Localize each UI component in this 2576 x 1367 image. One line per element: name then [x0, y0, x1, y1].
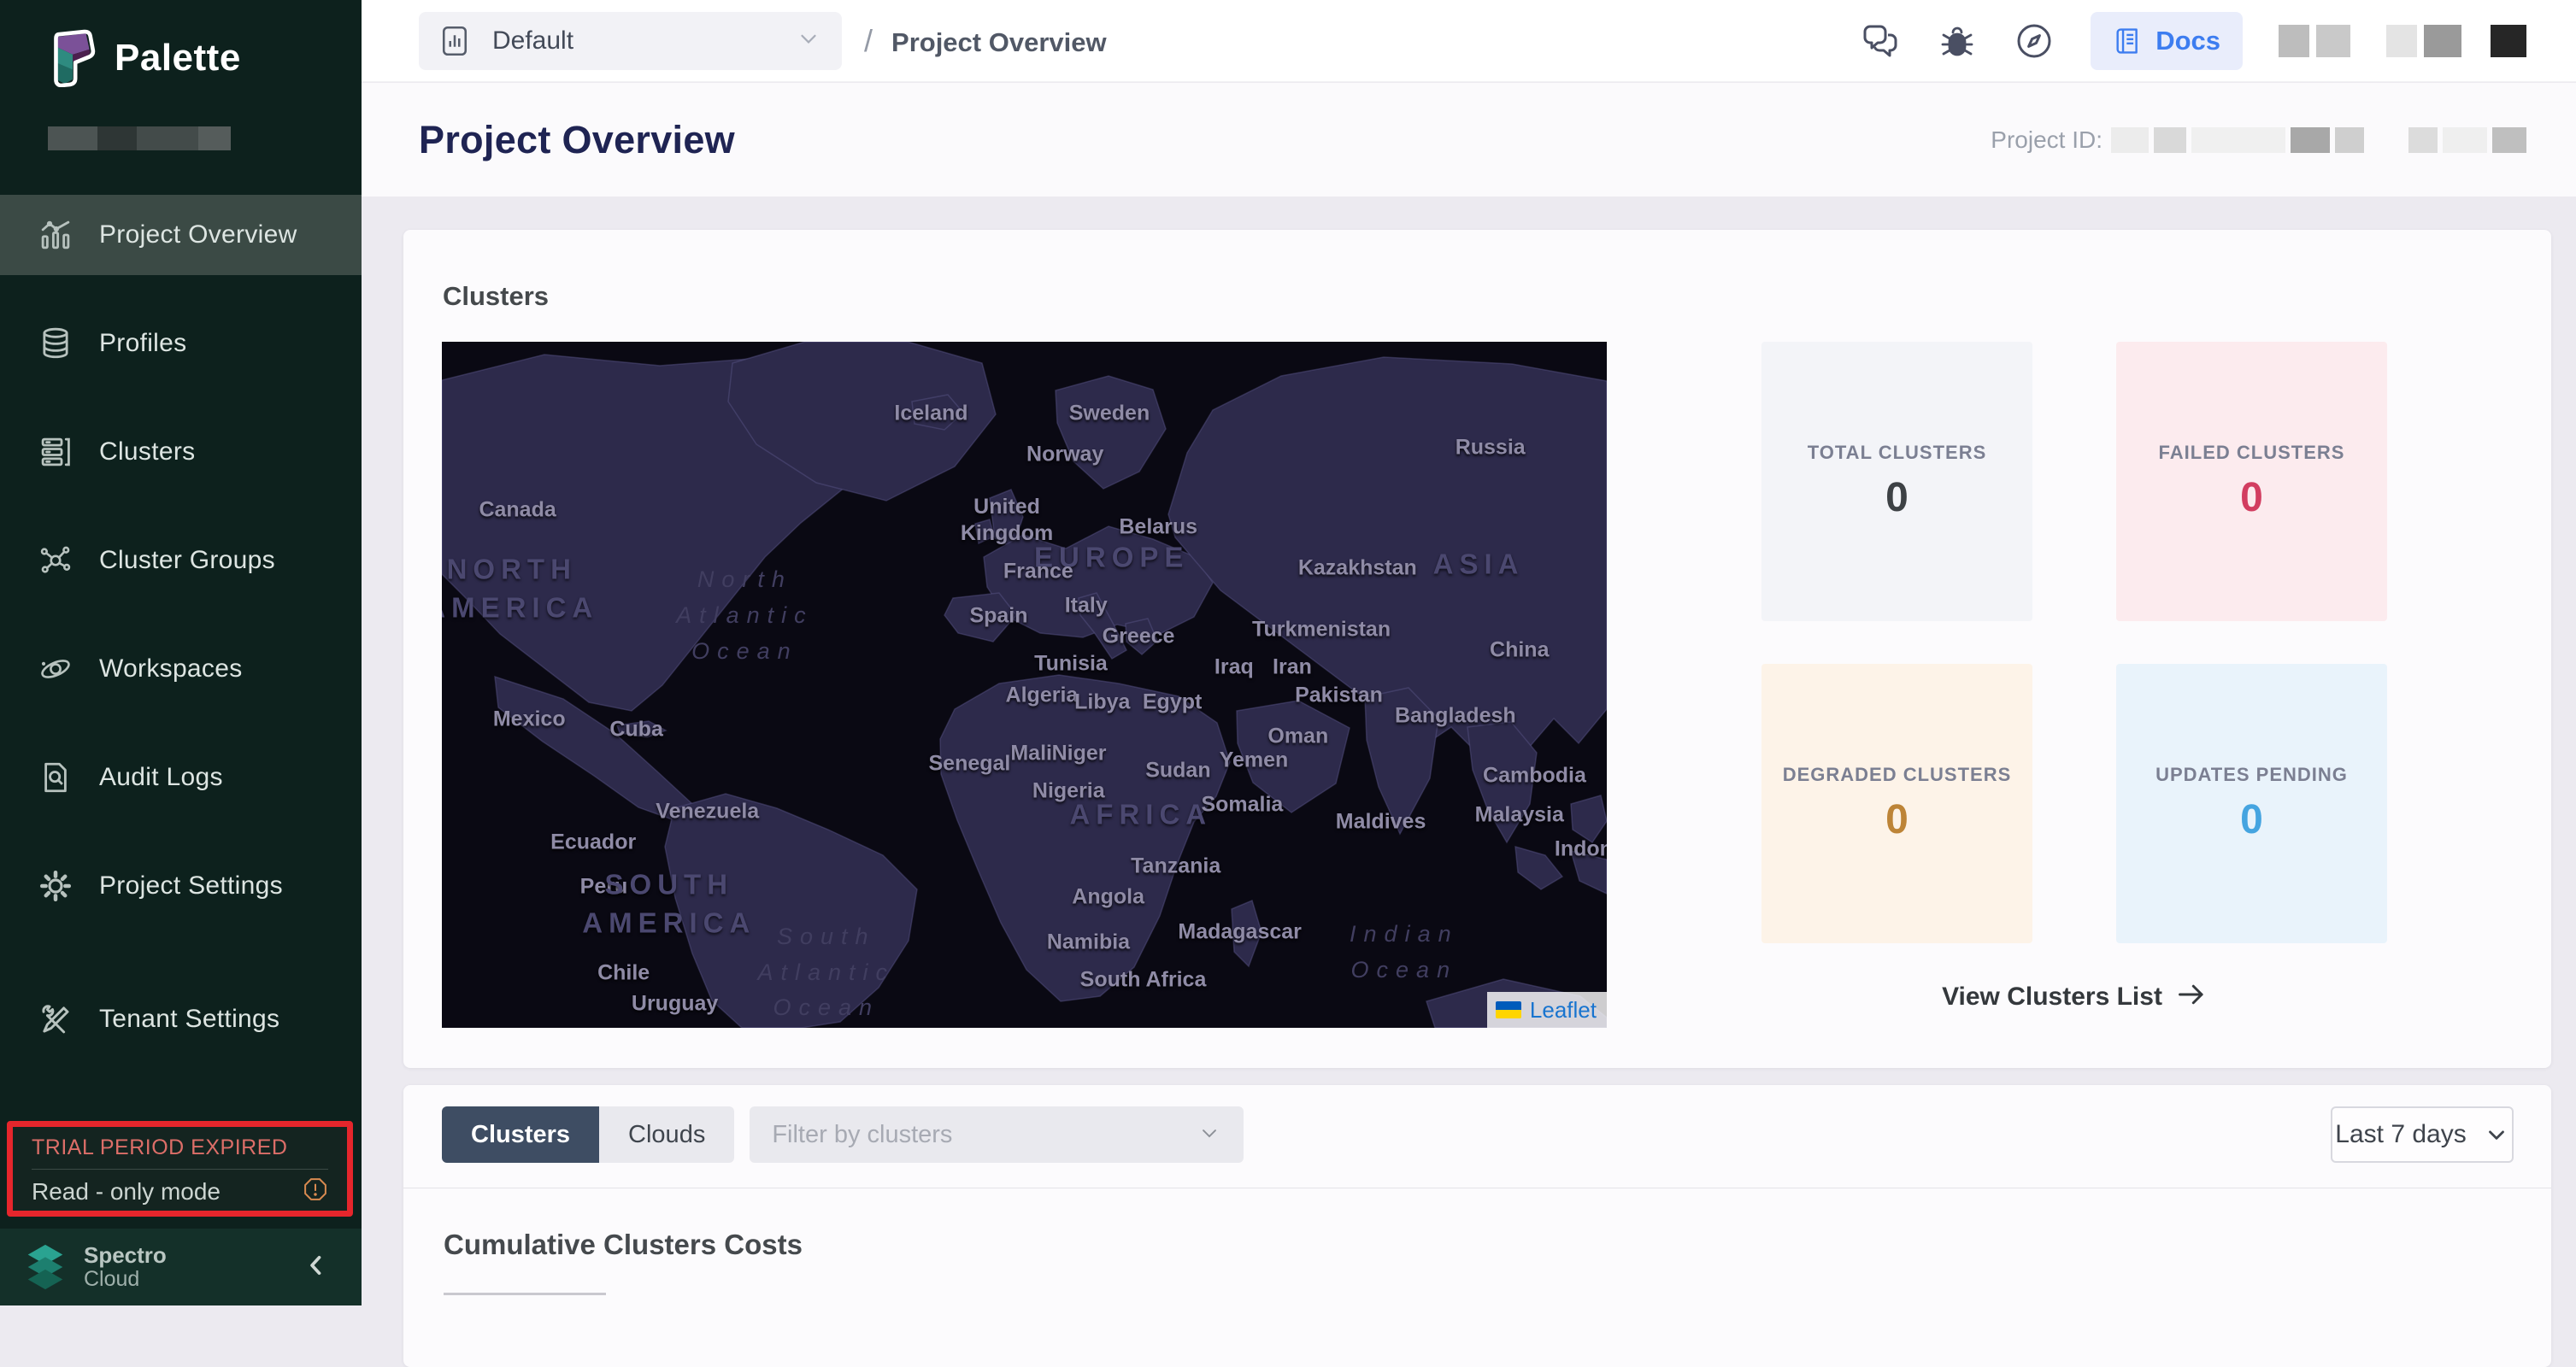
stat-tile-value: 0 — [2240, 474, 2263, 521]
filter-by-clusters-dropdown[interactable]: Filter by clusters — [750, 1106, 1244, 1163]
stat-tile-total-clusters[interactable]: TOTAL CLUSTERS 0 — [1761, 342, 2032, 621]
sidebar-item-audit-logs[interactable]: Audit Logs — [0, 737, 362, 818]
leaflet-attribution[interactable]: Leaflet — [1487, 992, 1607, 1028]
docs-button-label: Docs — [2155, 26, 2220, 56]
stat-tile-label: TOTAL CLUSTERS — [1808, 442, 1987, 464]
book-icon — [2113, 26, 2142, 56]
page-title: Project Overview — [419, 118, 735, 162]
warning-octagon-icon[interactable] — [303, 1176, 328, 1206]
feedback-chat-icon[interactable] — [1860, 21, 1901, 62]
trial-divider — [32, 1169, 328, 1170]
logo-wordmark: Palette — [115, 37, 241, 79]
date-range-selector[interactable]: Last 7 days — [2331, 1106, 2514, 1163]
stat-tile-value: 0 — [2240, 796, 2263, 843]
leaflet-attribution-label: Leaflet — [1530, 997, 1597, 1024]
redacted-version — [48, 126, 231, 150]
sidebar-collapse-chevron-icon[interactable] — [302, 1251, 331, 1284]
costs-section-title: Cumulative Clusters Costs — [444, 1229, 803, 1261]
date-range-value: Last 7 days — [2335, 1120, 2466, 1149]
cluster-stat-tiles: TOTAL CLUSTERS0FAILED CLUSTERS0DEGRADED … — [1761, 342, 2387, 942]
project-selector-dropdown[interactable]: Default — [419, 12, 842, 70]
costs-controls-row: ClustersClouds Filter by clusters Last 7… — [442, 1106, 2514, 1163]
sidebar-item-project-settings[interactable]: Project Settings — [0, 846, 362, 926]
tab-clouds[interactable]: Clouds — [599, 1106, 734, 1163]
stat-tile-value: 0 — [1885, 474, 1908, 521]
view-clusters-list-link[interactable]: View Clusters List — [1942, 982, 2207, 1012]
gear-icon — [38, 868, 74, 904]
sidebar-item-workspaces[interactable]: Workspaces — [0, 629, 362, 709]
read-only-mode-label: Read - only mode — [32, 1178, 221, 1206]
palette-app: Palette Project Overview Profiles Clusters… — [0, 0, 2576, 1305]
database-icon — [38, 326, 74, 361]
explore-compass-icon[interactable] — [2014, 21, 2055, 62]
stat-tile-failed-clusters[interactable]: FAILED CLUSTERS 0 — [2116, 342, 2387, 621]
trial-expired-title: TRIAL PERIOD EXPIRED — [32, 1135, 328, 1160]
sidebar-item-tenant-settings[interactable]: Tenant Settings — [0, 979, 362, 1059]
brand-spectro: Spectro — [84, 1243, 167, 1268]
arrow-right-icon — [2176, 982, 2207, 1012]
sidebar-item-label: Profiles — [99, 329, 186, 358]
breadcrumb: / Project Overview — [864, 23, 1107, 59]
network-icon — [38, 543, 74, 578]
sidebar-item-label: Project Settings — [99, 871, 283, 901]
sidebar-item-profiles[interactable]: Profiles — [0, 303, 362, 384]
clusters-world-map[interactable]: IcelandSwedenNorwayRussiaCanadaUnitedKin… — [442, 342, 1607, 1028]
stat-tile-label: UPDATES PENDING — [2155, 764, 2348, 786]
sidebar-item-clusters[interactable]: Clusters — [0, 412, 362, 492]
trial-expired-banner: TRIAL PERIOD EXPIRED Read - only mode — [7, 1121, 353, 1217]
world-map-landmass — [442, 342, 1607, 1028]
spectro-cloud-logo-icon — [21, 1242, 70, 1292]
costs-title-rule — [444, 1293, 606, 1295]
ukraine-flag-icon — [1496, 1001, 1521, 1018]
tools-icon — [38, 1001, 74, 1037]
view-clusters-list-label: View Clusters List — [1942, 983, 2162, 1012]
docs-button[interactable]: Docs — [2091, 12, 2243, 70]
chevron-down-icon — [2484, 1122, 2509, 1147]
sidebar-item-project-overview[interactable]: Project Overview — [0, 195, 362, 275]
stat-tile-degraded-clusters[interactable]: DEGRADED CLUSTERS 0 — [1761, 664, 2032, 943]
sidebar-item-label: Cluster Groups — [99, 546, 275, 575]
topbar: Default / Project Overview — [362, 0, 2576, 82]
stat-tile-updates-pending[interactable]: UPDATES PENDING 0 — [2116, 664, 2387, 943]
page-header: Project Overview Project ID: — [362, 83, 2576, 197]
chevron-down-icon — [796, 26, 821, 56]
clusters-overview-card: Clusters — [403, 230, 2551, 1068]
filter-placeholder: Filter by clusters — [772, 1121, 952, 1149]
sidebar-nav: Project Overview Profiles Clusters Cluster … — [0, 195, 362, 1088]
sidebar-footer: Spectro Cloud — [0, 1229, 362, 1305]
sidebar-item-cluster-groups[interactable]: Cluster Groups — [0, 520, 362, 601]
costs-tabs: ClustersClouds — [442, 1106, 734, 1163]
project-id-label: Project ID: — [1991, 126, 2103, 154]
server-icon — [38, 434, 74, 470]
stat-tile-value: 0 — [1885, 796, 1908, 843]
sidebar-logo-area: Palette — [0, 0, 362, 195]
sidebar-item-label: Audit Logs — [99, 763, 223, 792]
sidebar-item-label: Project Overview — [99, 220, 297, 249]
sidebar: Palette Project Overview Profiles Clusters… — [0, 0, 362, 1305]
doc-search-icon — [38, 760, 74, 795]
stat-tile-label: FAILED CLUSTERS — [2159, 442, 2345, 464]
breadcrumb-separator: / — [864, 23, 873, 59]
bug-report-icon[interactable] — [1937, 21, 1978, 62]
redacted-user-info — [2279, 25, 2526, 57]
sidebar-item-label: Workspaces — [99, 654, 243, 684]
breadcrumb-current[interactable]: Project Overview — [891, 27, 1107, 58]
tab-clusters[interactable]: Clusters — [442, 1106, 599, 1163]
clusters-card-title: Clusters — [443, 281, 549, 312]
project-selector-value: Default — [492, 26, 573, 56]
brand-cloud: Cloud — [84, 1268, 167, 1292]
chevron-down-icon — [1197, 1121, 1221, 1149]
palette-logo-icon — [44, 29, 97, 87]
stat-tile-label: DEGRADED CLUSTERS — [1783, 764, 2012, 786]
sidebar-item-label: Tenant Settings — [99, 1005, 279, 1034]
project-dashboard-icon — [439, 24, 470, 58]
redacted-project-id — [2111, 127, 2526, 153]
main-content: Clusters — [362, 197, 2576, 1305]
chart-icon — [38, 217, 74, 253]
sidebar-item-label: Clusters — [99, 437, 195, 466]
costs-card: ClustersClouds Filter by clusters Last 7… — [403, 1085, 2551, 1367]
orbit-icon — [38, 651, 74, 687]
